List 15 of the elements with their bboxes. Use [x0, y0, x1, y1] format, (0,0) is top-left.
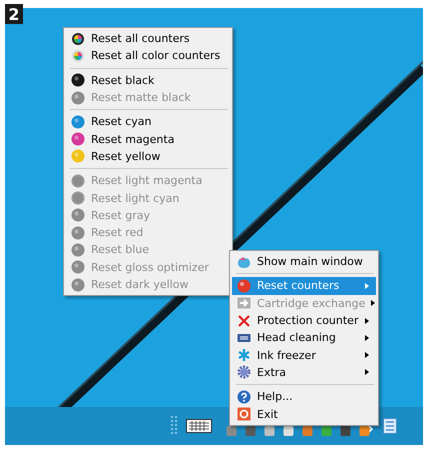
menu-item[interactable]: Protection counter [232, 312, 376, 330]
menu-item[interactable]: Reset black [66, 72, 230, 89]
menu-item[interactable]: Help... [232, 388, 376, 406]
menu-item[interactable]: Ink freezer [232, 346, 376, 364]
menu-item[interactable]: Reset counters [232, 277, 376, 295]
menu-item[interactable]: Show main window [232, 253, 376, 270]
menu-item[interactable]: Reset yellow [66, 148, 230, 166]
menu-item[interactable]: Reset all counters [66, 30, 230, 48]
menu-item[interactable]: Head cleaning [232, 329, 376, 346]
menu-item[interactable]: Extra [232, 364, 376, 382]
menu-item[interactable]: Reset all color counters [66, 47, 230, 65]
figure-label: 2 [5, 4, 23, 24]
menu-item[interactable]: Exit [232, 405, 376, 423]
menu-item[interactable]: Reset cyan [66, 113, 230, 130]
menu-item[interactable]: Reset magenta [66, 130, 230, 148]
